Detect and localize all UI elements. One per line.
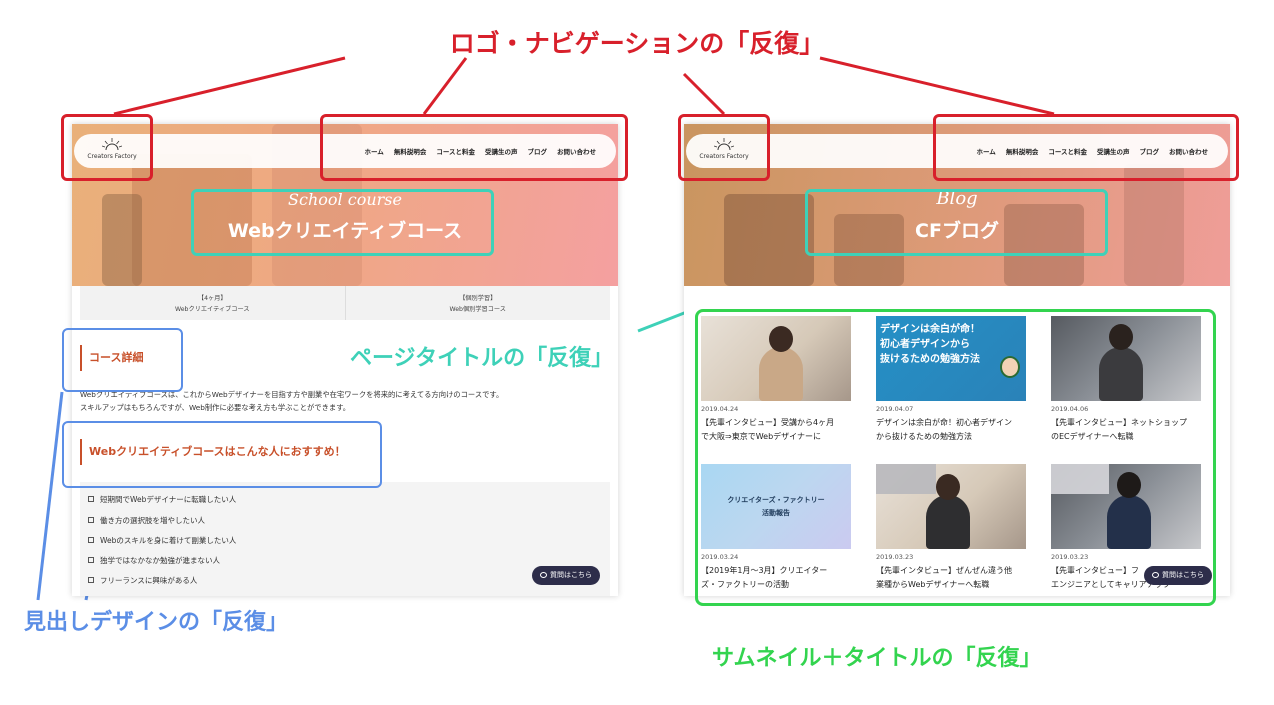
connector-nav-left bbox=[422, 57, 468, 115]
course-tabs: 【4ヶ月】 Webクリエイティブコース 【個別学習】 Web個別学習コース bbox=[80, 286, 610, 320]
tab-web-creative[interactable]: 【4ヶ月】 Webクリエイティブコース bbox=[80, 286, 346, 320]
frame-logo-left bbox=[61, 114, 153, 181]
tab-label-line1: 【個別学習】 bbox=[459, 295, 497, 302]
checkbox-icon bbox=[88, 557, 94, 563]
list-item: 短期間でWebデザイナーに転職したい人 bbox=[88, 494, 236, 505]
frame-title-right bbox=[805, 189, 1108, 256]
checkbox-icon bbox=[88, 577, 94, 583]
chat-bubble-icon bbox=[540, 572, 547, 578]
tab-label-line1: 【4ヶ月】 bbox=[197, 295, 227, 302]
checkbox-icon bbox=[88, 517, 94, 523]
frame-heading-b bbox=[62, 421, 382, 488]
frame-logo-right bbox=[678, 114, 770, 181]
checkbox-icon bbox=[88, 537, 94, 543]
annotation-page-title: ページタイトルの「反復」 bbox=[350, 346, 614, 371]
course-description: Webクリエイティブコースは、これからWebデザイナーを目指す方や副業や在宅ワー… bbox=[80, 389, 503, 414]
frame-blog-grid bbox=[695, 309, 1216, 606]
recommend-list: 短期間でWebデザイナーに転職したい人 働き方の選択肢を増やしたい人 Webのス… bbox=[80, 482, 610, 596]
list-item: 独学ではなかなか勉強が進まない人 bbox=[88, 555, 220, 566]
annotation-logo-nav: ロゴ・ナビゲーションの「反復」 bbox=[449, 29, 825, 58]
list-item-label: Webのスキルを身に着けて副業したい人 bbox=[100, 536, 237, 545]
frame-title-left bbox=[191, 189, 494, 256]
frame-nav-left bbox=[320, 114, 628, 181]
list-item: フリーランスに興味がある人 bbox=[88, 575, 197, 586]
connector-heading-a bbox=[36, 391, 64, 601]
list-item-label: 働き方の選択肢を増やしたい人 bbox=[100, 516, 205, 525]
tab-web-individual[interactable]: 【個別学習】 Web個別学習コース bbox=[346, 286, 611, 320]
chat-button[interactable]: 質問はこちら bbox=[532, 566, 600, 585]
tab-label-line2: Web個別学習コース bbox=[449, 306, 507, 313]
frame-nav-right bbox=[933, 114, 1239, 181]
chat-button-label: 質問はこちら bbox=[550, 571, 592, 579]
connector-logo-right bbox=[682, 72, 726, 116]
list-item: Webのスキルを身に着けて副業したい人 bbox=[88, 535, 236, 546]
annotation-heading-design: 見出しデザインの「反復」 bbox=[24, 610, 289, 635]
frame-heading-a bbox=[62, 328, 183, 392]
list-item: 働き方の選択肢を増やしたい人 bbox=[88, 515, 205, 526]
list-item-label: 短期間でWebデザイナーに転職したい人 bbox=[100, 495, 237, 504]
annotation-thumbnail-title: サムネイル＋タイトルの「反復」 bbox=[712, 646, 1042, 671]
tab-label-line2: Webクリエイティブコース bbox=[174, 306, 250, 313]
list-item-label: フリーランスに興味がある人 bbox=[100, 576, 198, 585]
list-item-label: 独学ではなかなか勉強が進まない人 bbox=[100, 556, 220, 565]
connector-nav-right bbox=[819, 56, 1055, 116]
connector-logo-left bbox=[113, 56, 346, 116]
description-line: スキルアップはもちろんですが、Web制作に必要な考え方も学ぶことができます。 bbox=[80, 402, 351, 412]
checkbox-icon bbox=[88, 496, 94, 502]
